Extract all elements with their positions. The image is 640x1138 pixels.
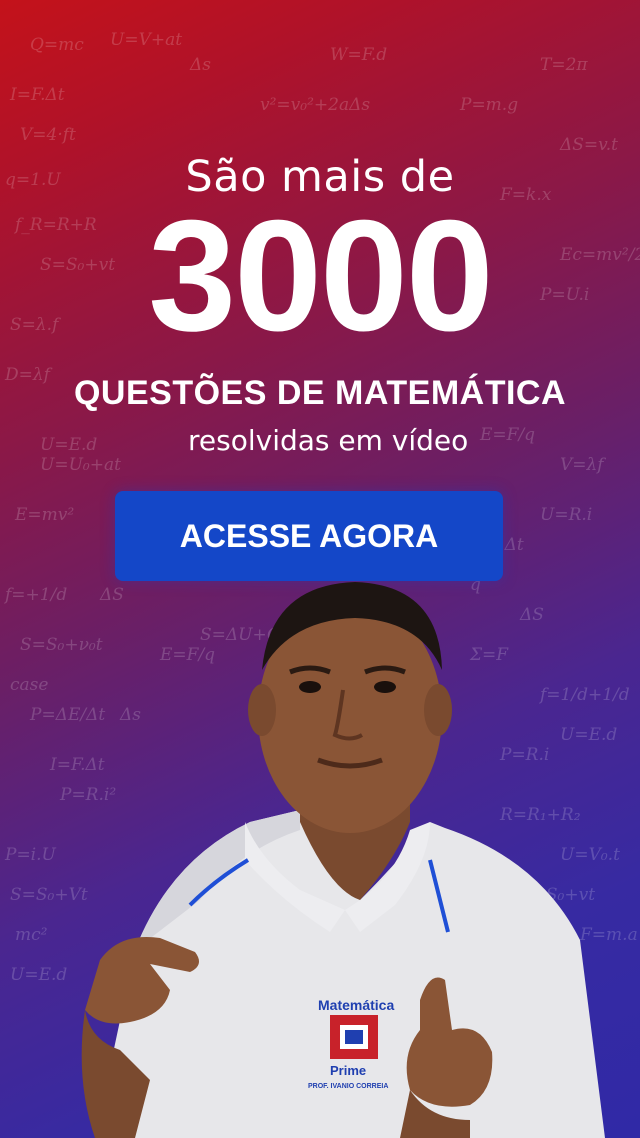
svg-text:V=4·ft: V=4·ft	[20, 125, 76, 145]
svg-text:V=λf: V=λf	[560, 455, 606, 475]
svg-text:T=2π: T=2π	[540, 55, 588, 75]
teacher-photo: Matemática Prime PROF. IVANIO CORREIA	[81, 582, 605, 1138]
promo-banner[interactable]: Q=mc U=V+at Δs I=F.Δt V=4·ft q=1.U f_R=R…	[0, 0, 640, 1138]
headline-number: 3000	[148, 188, 494, 364]
shirt-logo-caption: PROF. IVANIO CORREIA	[308, 1083, 388, 1090]
svg-text:Q=mc: Q=mc	[30, 35, 84, 55]
svg-text:I=F.Δt: I=F.Δt	[9, 85, 65, 105]
svg-text:U=U₀+at: U=U₀+at	[40, 455, 121, 475]
svg-text:W=F.d: W=F.d	[330, 45, 387, 65]
headline-subject: QUESTÕES DE MATEMÁTICA	[73, 374, 567, 412]
svg-text:U=R.i: U=R.i	[540, 505, 592, 525]
shirt-logo-title: Matemática	[318, 997, 394, 1013]
svg-text:P=m.g: P=m.g	[459, 95, 518, 115]
svg-text:Δs: Δs	[189, 55, 211, 75]
svg-text:E=mv²: E=mv²	[14, 505, 74, 525]
svg-text:U=V+at: U=V+at	[110, 30, 182, 50]
shirt-logo-prime: Prime	[330, 1063, 366, 1078]
svg-text:v²=v₀²+2aΔs: v²=v₀²+2aΔs	[260, 95, 370, 115]
svg-text:U=E.d: U=E.d	[40, 435, 97, 455]
headline-tail: resolvidas em vídeo	[188, 424, 469, 457]
svg-text:E=F/q: E=F/q	[479, 425, 535, 445]
